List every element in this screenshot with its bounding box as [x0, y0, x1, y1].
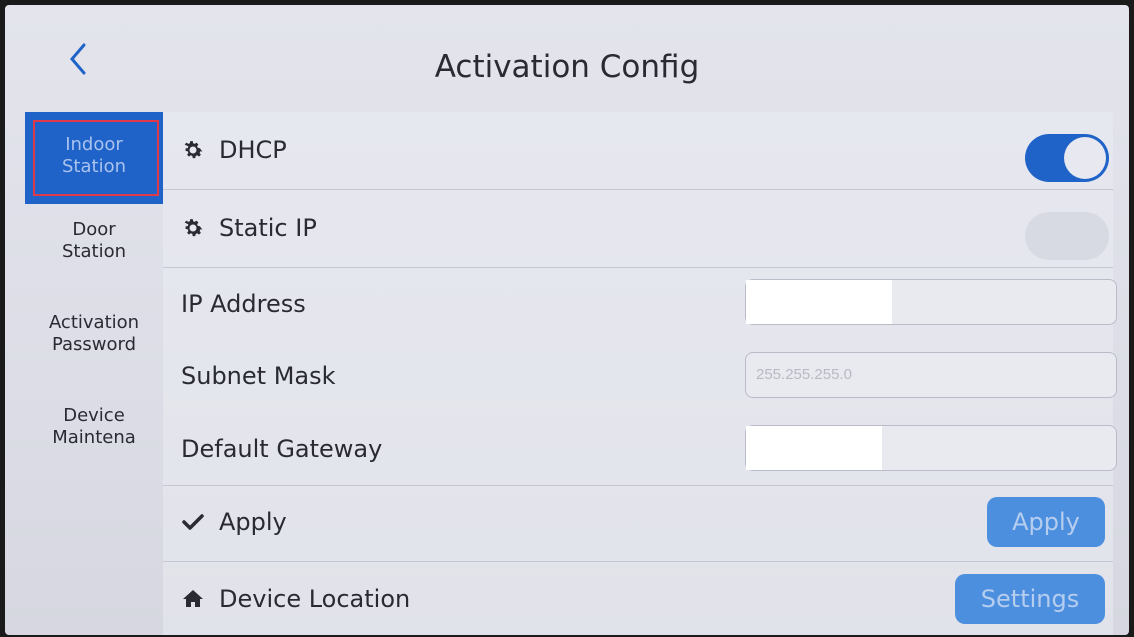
dhcp-label-group: DHCP	[181, 136, 287, 164]
static-ip-row: Static IP	[163, 190, 1113, 268]
toggle-knob	[1064, 137, 1106, 179]
device-location-row: Device Location Settings	[163, 562, 1113, 635]
sidebar-item-indoor-station[interactable]: Indoor Station	[25, 112, 163, 204]
default-gateway-field[interactable]	[745, 425, 1117, 471]
selection-highlight	[33, 120, 159, 196]
apply-label: Apply	[219, 508, 287, 536]
sidebar-item-door-station[interactable]: Door Station	[25, 219, 163, 279]
redacted-value	[746, 426, 882, 470]
device-location-label-group: Device Location	[181, 585, 410, 613]
gear-icon	[184, 141, 203, 159]
sidebar-item-label: Door Station	[62, 219, 126, 262]
sidebar-item-activation-password[interactable]: Activation Password	[25, 312, 163, 372]
checkmark-icon	[182, 514, 204, 530]
static-ip-label-group: Static IP	[181, 214, 317, 242]
sidebar-item-label: Activation Password	[48, 312, 140, 355]
page-title: Activation Config	[434, 49, 700, 85]
settings-button[interactable]: Settings	[955, 574, 1105, 624]
gear-icon	[184, 219, 203, 237]
default-gateway-label: Default Gateway	[181, 435, 383, 463]
home-icon	[183, 590, 203, 607]
device-screen: Activation Config Indoor Station Door St…	[5, 5, 1129, 635]
ip-address-field[interactable]	[745, 279, 1117, 325]
dhcp-toggle[interactable]	[1025, 134, 1109, 182]
apply-row: Apply Apply	[163, 486, 1113, 562]
apply-button[interactable]: Apply	[987, 497, 1105, 547]
dhcp-row: DHCP	[163, 112, 1113, 190]
apply-label-group: Apply	[181, 508, 287, 536]
device-location-label: Device Location	[219, 585, 411, 613]
subnet-mask-label: Subnet Mask	[181, 362, 336, 390]
static-ip-label: Static IP	[219, 214, 317, 242]
subnet-mask-placeholder: 255.255.255.0	[756, 366, 852, 383]
dhcp-label: DHCP	[219, 136, 287, 164]
static-ip-toggle[interactable]	[1025, 212, 1109, 260]
header-bar: Activation Config	[5, 5, 1129, 112]
subnet-mask-field[interactable]: 255.255.255.0	[745, 352, 1117, 398]
sidebar-item-label: Device Maintena	[52, 405, 136, 448]
sidebar-item-device-maintenance[interactable]: Device Maintena	[25, 405, 163, 465]
redacted-value	[746, 280, 892, 324]
ip-address-label: IP Address	[181, 290, 306, 318]
sidebar: Indoor Station Door Station Activation P…	[25, 112, 163, 635]
main-panel: DHCP Static IP IP Address Subnet Mask 25…	[163, 112, 1117, 635]
